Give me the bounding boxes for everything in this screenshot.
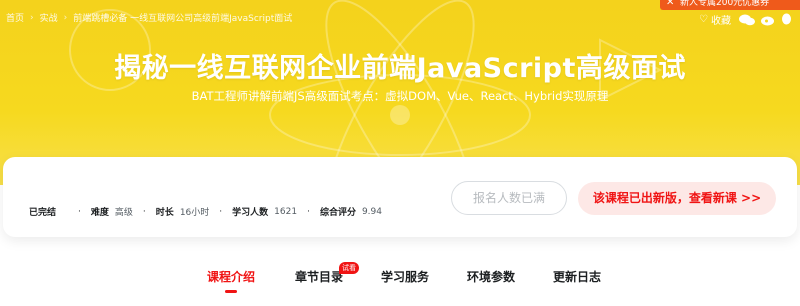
- learners-label: 学习人数: [232, 208, 269, 218]
- promo-label: 新人专属200元优惠券: [680, 0, 770, 8]
- tab-environment[interactable]: 环境参数: [467, 268, 515, 285]
- course-title: 揭秘一线互联网企业前端JavaScript高级面试: [114, 53, 686, 84]
- chevron-right-icon: ›: [30, 12, 34, 23]
- breadcrumb: 首页 › 实战 › 前端跳槽必备 一线互联网公司高级前端JavaScript面试: [6, 11, 293, 25]
- view-new-course-button[interactable]: 该课程已出新版，查看新课 >>: [578, 182, 776, 215]
- course-subtitle: BAT工程师讲解前端JS高级面试考点：虚拟DOM、Vue、React、Hybri…: [191, 89, 609, 103]
- tab-course-intro[interactable]: 课程介绍: [207, 268, 255, 285]
- tab-chapter-list[interactable]: 章节目录: [295, 268, 343, 285]
- breadcrumb-item-course: 前端跳槽必备 一线互联网公司高级前端JavaScript面试: [73, 14, 293, 24]
- heart-icon: ♡: [699, 14, 708, 25]
- chevron-right-icon: ›: [63, 12, 68, 23]
- enrollment-full-button[interactable]: 报名人数已满: [451, 181, 567, 215]
- dot-separator: ·: [219, 206, 223, 217]
- status-badge: 已完结: [29, 208, 57, 218]
- breadcrumb-item-home[interactable]: 首页: [6, 11, 24, 24]
- dot-separator: ·: [78, 206, 81, 217]
- duration-value: 16小时: [179, 208, 210, 218]
- learners-value: 1621: [274, 206, 298, 217]
- trial-badge: 试看: [339, 262, 359, 274]
- rating-value: 9.94: [361, 206, 382, 217]
- active-tab-indicator: [225, 290, 237, 293]
- course-meta: 已完结 · 难度 高级 · 时长 16小时 · 学习人数 1621 · 综合评分…: [29, 205, 392, 219]
- favorite-button[interactable]: ♡ 收藏: [699, 12, 731, 27]
- course-tabs: 课程介绍 章节目录 学习服务 环境参数 更新日志: [0, 268, 800, 288]
- toolbar: ♡ 收藏: [699, 12, 792, 27]
- weibo-icon[interactable]: [761, 14, 775, 26]
- tab-update-log[interactable]: 更新日志: [553, 268, 601, 285]
- promo-coupon-banner[interactable]: ✕ 新人专属200元优惠券: [660, 0, 800, 10]
- dot-separator: ·: [142, 206, 146, 217]
- tab-learning-service[interactable]: 学习服务: [381, 268, 429, 285]
- wechat-icon[interactable]: [739, 14, 755, 26]
- duration-label: 时长: [155, 208, 174, 218]
- qq-icon[interactable]: [781, 13, 792, 26]
- favorite-label: 收藏: [711, 16, 731, 27]
- share-icons: [739, 13, 792, 26]
- difficulty-value: 高级: [114, 208, 133, 218]
- rating-label: 综合评分: [319, 208, 356, 218]
- breadcrumb-item-practice[interactable]: 实战: [40, 11, 58, 24]
- difficulty-label: 难度: [90, 208, 109, 218]
- close-icon[interactable]: ✕: [666, 0, 674, 10]
- dot-separator: ·: [307, 206, 310, 217]
